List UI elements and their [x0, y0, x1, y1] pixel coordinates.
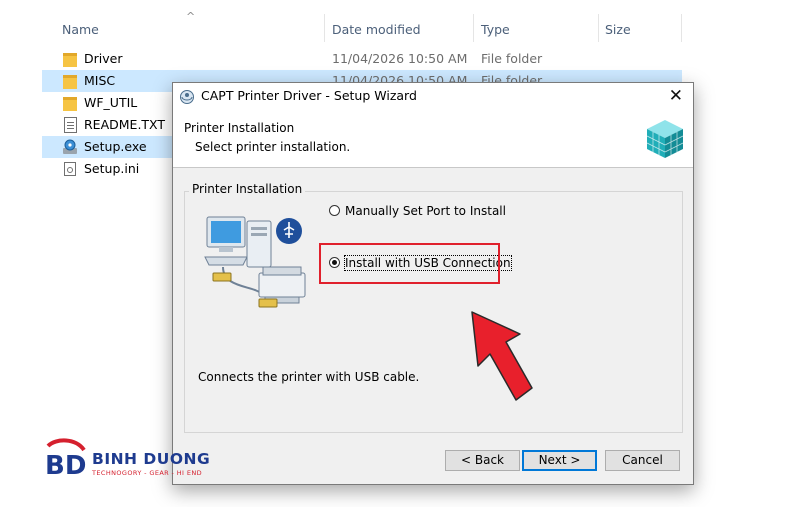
computer-usb-printer-illustration	[204, 216, 306, 308]
setup-wizard-dialog: CAPT Printer Driver - Setup Wizard ✕ Pri…	[172, 82, 694, 485]
annotation-highlight-box	[319, 243, 500, 284]
radio-label-manual: Manually Set Port to Install	[345, 204, 506, 218]
file-row-driver[interactable]: Driver 11/04/2026 10:50 AM File folder	[42, 48, 682, 70]
watermark-tagline: TECHNOGORY - GEAR - HI END	[92, 469, 203, 477]
file-name: WF_UTIL	[84, 95, 138, 110]
column-header-name[interactable]: Name	[62, 18, 99, 42]
column-header-size[interactable]: Size	[605, 18, 631, 42]
file-type: File folder	[481, 51, 543, 66]
dialog-title: CAPT Printer Driver - Setup Wizard	[201, 88, 417, 103]
cancel-button[interactable]: Cancel	[605, 450, 680, 471]
column-header-date[interactable]: Date modified	[332, 18, 421, 42]
svg-text:BD: BD	[45, 451, 86, 481]
close-icon[interactable]: ✕	[669, 86, 683, 106]
ini-file-icon	[64, 162, 76, 176]
file-name: Setup.exe	[84, 139, 147, 154]
title-bar[interactable]: CAPT Printer Driver - Setup Wizard ✕	[173, 83, 693, 111]
option-description: Connects the printer with USB cable.	[198, 370, 420, 384]
setup-exe-icon	[63, 139, 77, 154]
bd-monogram-icon: BD	[45, 438, 86, 481]
watermark-name: BINH DUONG	[92, 450, 211, 468]
banner-title: Printer Installation	[184, 121, 295, 135]
setup-cube-logo-icon	[646, 120, 684, 158]
next-button[interactable]: Next >	[522, 450, 597, 471]
file-date: 11/04/2026 10:50 AM	[332, 51, 468, 66]
file-name: README.TXT	[84, 117, 166, 132]
column-header-type[interactable]: Type	[481, 18, 510, 42]
folder-icon	[63, 97, 77, 111]
file-name: Driver	[84, 51, 123, 66]
wizard-banner: Printer Installation Select printer inst…	[173, 111, 693, 168]
banner-subtitle: Select printer installation.	[195, 140, 351, 154]
file-name: MISC	[84, 73, 116, 88]
annotation-arrow-icon	[471, 311, 533, 401]
sort-ascending-icon: ^	[186, 10, 196, 23]
file-name: Setup.ini	[84, 161, 140, 176]
folder-icon	[63, 53, 77, 67]
back-button[interactable]: < Back	[445, 450, 520, 471]
group-label: Printer Installation	[189, 182, 306, 196]
text-file-icon	[64, 117, 77, 133]
binh-duong-watermark-logo: BD BINH DUONG TECHNOGORY - GEAR - HI END	[42, 436, 232, 482]
setup-wizard-icon	[180, 90, 194, 104]
radio-button-manual[interactable]	[329, 205, 340, 216]
folder-icon	[63, 75, 77, 89]
